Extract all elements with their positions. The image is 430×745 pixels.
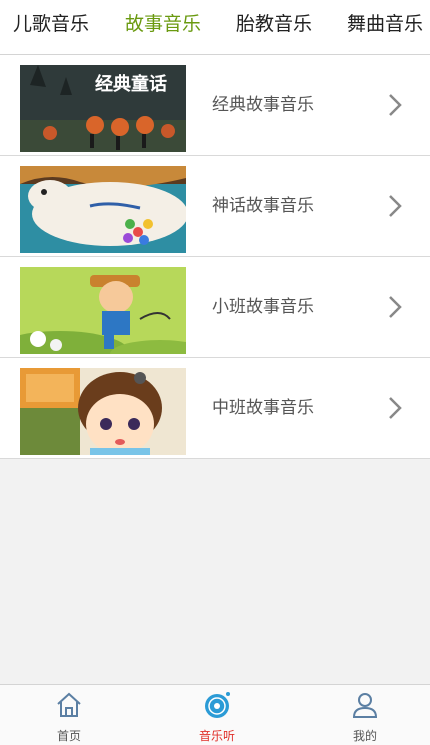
tab-prenatal-music[interactable]: 胎教音乐 [236,0,312,48]
bottom-navigation-bar: 首页 音乐听 我的 [0,684,430,745]
chevron-right-icon [389,94,402,116]
nav-label: 音乐听 [198,729,235,743]
list-item-label: 经典故事音乐 [212,95,314,115]
home-icon [57,692,81,717]
thumbnail-title-text: 经典童话 [95,73,167,95]
thumbnail-myth-stories [20,166,186,253]
list-item-myth-stories[interactable]: 神话故事音乐 [0,156,430,257]
music-disc-icon [205,692,230,718]
list-item-classic-stories[interactable]: 经典童话 经典故事音乐 [0,55,430,156]
thumbnail-middle-class-stories [20,368,186,455]
tab-dance-music[interactable]: 舞曲音乐 [347,0,423,48]
list-item-label: 小班故事音乐 [212,297,314,317]
thumbnail-small-class-stories [20,267,186,354]
nav-label: 我的 [352,729,377,743]
list-item-small-class-stories[interactable]: 小班故事音乐 [0,257,430,358]
nav-home[interactable]: 首页 [19,685,119,745]
tab-story-music[interactable]: 故事音乐 [125,0,201,48]
list-item-label: 中班故事音乐 [212,398,314,418]
category-tab-bar: 儿歌音乐 故事音乐 胎教音乐 舞曲音乐 [0,0,430,55]
tab-children-songs[interactable]: 儿歌音乐 [13,0,89,48]
nav-music[interactable]: 音乐听 [167,685,267,745]
thumbnail-classic-stories: 经典童话 [20,65,186,152]
list-item-middle-class-stories[interactable]: 中班故事音乐 [0,358,430,459]
story-music-list: 经典童话 经典故事音乐 神话故事音乐 小班故事音乐 中班故事音乐 [0,55,430,459]
list-item-label: 神话故事音乐 [212,196,314,216]
nav-label: 首页 [56,729,81,743]
chevron-right-icon [389,397,402,419]
nav-mine[interactable]: 我的 [315,685,415,745]
chevron-right-icon [389,296,402,318]
user-icon [352,693,378,718]
chevron-right-icon [389,195,402,217]
